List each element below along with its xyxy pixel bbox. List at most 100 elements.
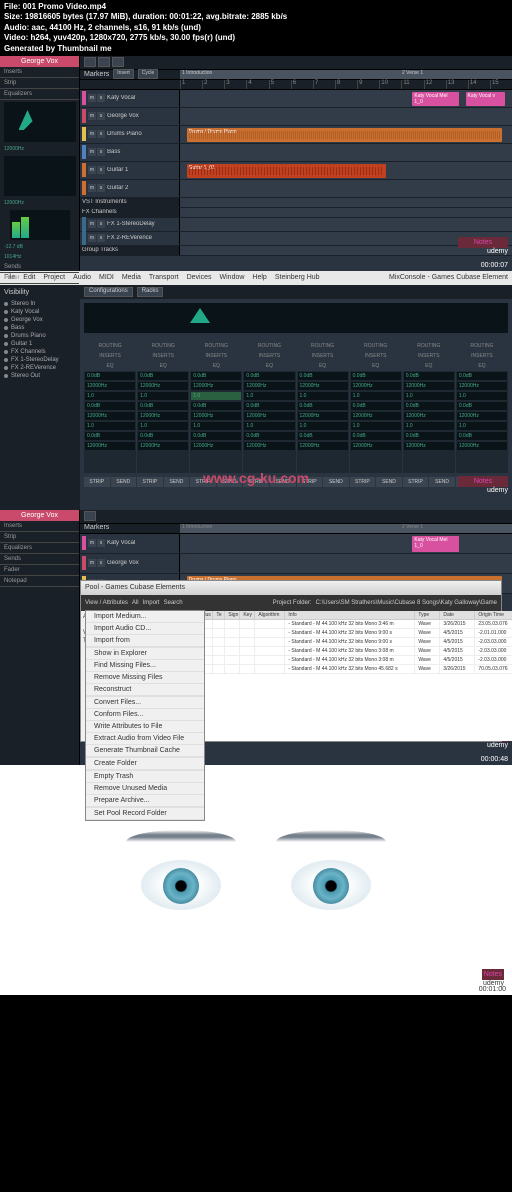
mixer-channel[interactable]: ROUTINGINSERTSEQ0.0dB12000Hz1.00.0dB1200…: [297, 341, 349, 473]
context-menu-item[interactable]: Create Folder: [86, 758, 204, 770]
eq-graph-2[interactable]: [4, 156, 76, 196]
eq-slot[interactable]: 12000Hz: [457, 382, 507, 390]
ruler-num[interactable]: 4: [246, 80, 268, 89]
visibility-item[interactable]: Stereo Out: [4, 372, 76, 380]
ruler-num[interactable]: 12: [424, 80, 446, 89]
eq-slot[interactable]: 0.0dB: [298, 372, 348, 380]
eq-slot[interactable]: 0.0dB: [85, 372, 135, 380]
solo-btn[interactable]: s: [97, 148, 105, 156]
eq-slot[interactable]: 12000Hz: [138, 382, 188, 390]
eq-slot[interactable]: 0.0dB: [138, 402, 188, 410]
pool-header[interactable]: Origin Time: [475, 611, 512, 619]
visibility-item[interactable]: Drums Piano: [4, 332, 76, 340]
track-row[interactable]: msKaty VocalKaty Vocal Mel 1_0: [80, 534, 512, 554]
context-menu-item[interactable]: Remove Unused Media: [86, 783, 204, 795]
track-row[interactable]: msDrums PianoDrums / Drums Piano: [80, 126, 512, 144]
mixer-channel[interactable]: ROUTINGINSERTSEQ0.0dB12000Hz1.00.0dB1200…: [243, 341, 295, 473]
insp-item[interactable]: Notepad: [0, 576, 79, 587]
eq-slot[interactable]: 12000Hz: [191, 442, 241, 450]
mixer-channel[interactable]: ROUTINGINSERTSEQ0.0dB12000Hz1.00.0dB1200…: [350, 341, 402, 473]
eq-slot[interactable]: 12000Hz: [404, 442, 454, 450]
mute-btn[interactable]: m: [88, 559, 96, 567]
eq-freq[interactable]: 12000Hz: [0, 144, 79, 154]
cycle-btn[interactable]: Cycle: [138, 69, 159, 79]
ruler-num[interactable]: 6: [291, 80, 313, 89]
eq-slot[interactable]: 12000Hz: [191, 412, 241, 420]
eq-slot[interactable]: 0.0dB: [457, 372, 507, 380]
mixer-channel[interactable]: ROUTINGINSERTSEQ0.0dB12000Hz1.00.0dB1200…: [137, 341, 189, 473]
solo-btn[interactable]: s: [97, 559, 105, 567]
visibility-item[interactable]: Bass: [4, 324, 76, 332]
track-row[interactable]: msGuitar 2: [80, 180, 512, 198]
visibility-item[interactable]: George Vox: [4, 316, 76, 324]
ruler-num[interactable]: 3: [224, 80, 246, 89]
fx1-name[interactable]: FX 1-StereoDelay: [107, 221, 177, 227]
track-row[interactable]: msKaty VocalKaty Vocal Mel 1_0Katy Vocal…: [80, 90, 512, 108]
context-menu-item[interactable]: Write Attributes to File: [86, 721, 204, 733]
eq-slot[interactable]: 12000Hz: [85, 412, 135, 420]
eq-slot[interactable]: 0.0dB: [85, 432, 135, 440]
menu-steinberg-hub[interactable]: Steinberg Hub: [275, 274, 320, 281]
solo-btn[interactable]: s: [97, 130, 105, 138]
pool-import-btn[interactable]: Import: [143, 600, 160, 606]
eq-slot[interactable]: 0.0dB: [191, 432, 241, 440]
track-lane[interactable]: [180, 144, 512, 161]
eq-slot[interactable]: 12000Hz: [404, 382, 454, 390]
solo-btn[interactable]: s: [97, 539, 105, 547]
solo-btn[interactable]: s: [97, 112, 105, 120]
insp-item[interactable]: Sends: [0, 554, 79, 565]
eq-graph[interactable]: [4, 102, 76, 142]
tool-btn[interactable]: [98, 57, 110, 67]
visibility-item[interactable]: FX 2-REVerence: [4, 364, 76, 372]
pool-all-btn[interactable]: All: [132, 600, 139, 606]
track-lane[interactable]: Katy Vocal Mel 1_0: [180, 534, 512, 553]
insp-item[interactable]: Inserts: [0, 521, 79, 532]
context-menu-item[interactable]: Reconstruct: [86, 684, 204, 696]
solo-btn[interactable]: s: [97, 234, 105, 242]
menu-window[interactable]: Window: [220, 274, 245, 281]
context-menu-item[interactable]: Prepare Archive...: [86, 795, 204, 807]
eq-slot[interactable]: 1.0: [457, 392, 507, 400]
eq-slot[interactable]: 1.0: [191, 392, 241, 400]
inspector-sends[interactable]: Sends: [0, 262, 79, 273]
eq-slot[interactable]: 12000Hz: [298, 442, 348, 450]
eq-slot[interactable]: 0.0dB: [138, 372, 188, 380]
mute-btn[interactable]: m: [88, 112, 96, 120]
ruler-num[interactable]: 10: [379, 80, 401, 89]
eq-slot[interactable]: 12000Hz: [244, 382, 294, 390]
pool-header[interactable]: Type: [415, 611, 440, 619]
ruler-num[interactable]: 14: [468, 80, 490, 89]
context-menu-item[interactable]: Empty Trash: [86, 771, 204, 783]
eq-slot[interactable]: 0.0dB: [404, 402, 454, 410]
context-menu-item[interactable]: Set Pool Record Folder: [86, 808, 204, 820]
context-menu-item[interactable]: Convert Files...: [86, 697, 204, 709]
eq-slot[interactable]: 12000Hz: [244, 442, 294, 450]
track-lane[interactable]: [180, 108, 512, 125]
inspector-track-name[interactable]: George Vox: [0, 56, 79, 67]
fx2-name[interactable]: FX 2-REVerence: [107, 235, 177, 241]
insp-item[interactable]: Fader: [0, 565, 79, 576]
context-menu-item[interactable]: Find Missing Files...: [86, 660, 204, 672]
eq-slot[interactable]: 1.0: [85, 392, 135, 400]
pool-header[interactable]: Sign: [225, 611, 240, 619]
solo-btn[interactable]: s: [97, 220, 105, 228]
ruler-num[interactable]: 8: [335, 80, 357, 89]
send-btn[interactable]: SEND: [429, 477, 455, 487]
mixer-channel[interactable]: ROUTINGINSERTSEQ0.0dB12000Hz1.00.0dB1200…: [84, 341, 136, 473]
ruler-num[interactable]: 15: [490, 80, 512, 89]
inspector-title-3[interactable]: George Vox: [0, 510, 79, 521]
visibility-item[interactable]: Stereo In: [4, 300, 76, 308]
pool-header[interactable]: Date: [440, 611, 475, 619]
inspector-strip[interactable]: Strip: [0, 78, 79, 89]
eq-slot[interactable]: 1.0: [244, 392, 294, 400]
eq-slot[interactable]: 12000Hz: [404, 412, 454, 420]
strip-btn[interactable]: STRIP: [350, 477, 376, 487]
eq-slot[interactable]: 1.0: [244, 422, 294, 430]
pool-header[interactable]: Key: [240, 611, 255, 619]
strip-btn[interactable]: STRIP: [137, 477, 163, 487]
audio-clip[interactable]: Drums / Drums Piano: [187, 128, 502, 142]
mixer-channel[interactable]: ROUTINGINSERTSEQ0.0dB12000Hz1.00.0dB1200…: [403, 341, 455, 473]
eq-slot[interactable]: 0.0dB: [244, 432, 294, 440]
eq-slot[interactable]: 12000Hz: [85, 382, 135, 390]
eq-slot[interactable]: 12000Hz: [351, 442, 401, 450]
